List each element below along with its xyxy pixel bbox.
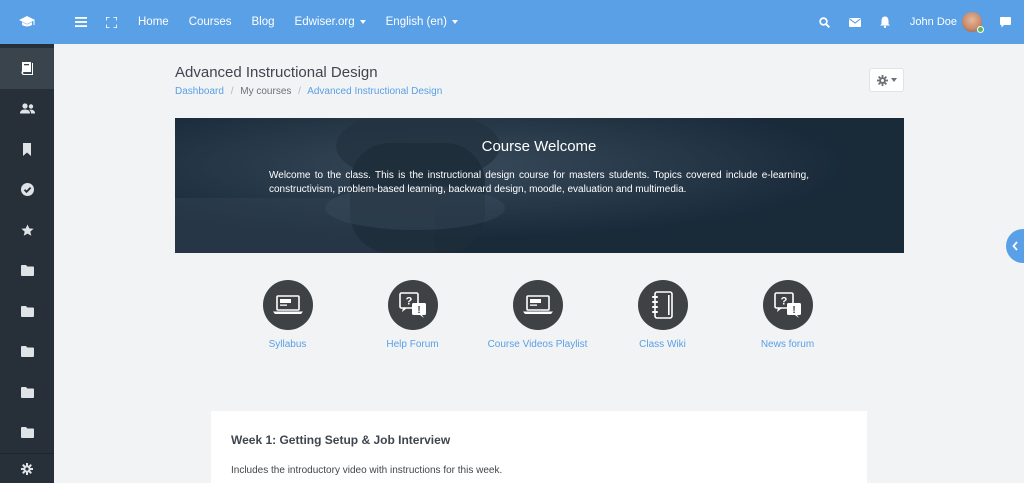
sidebar-item-folder-5[interactable]	[0, 413, 54, 454]
sidebar-item-folder-4[interactable]	[0, 372, 54, 413]
sidebar-item-course[interactable]	[0, 48, 54, 89]
activity-label: Class Wiki	[639, 339, 686, 350]
activity-help-forum[interactable]: ?! Help Forum	[350, 280, 475, 350]
page-title: Advanced Instructional Design	[175, 64, 378, 81]
activity-class-wiki[interactable]: Class Wiki	[600, 280, 725, 350]
left-sidebar	[0, 0, 54, 483]
envelope-icon	[848, 17, 861, 27]
search-icon	[819, 16, 831, 28]
sidebar-item-folder-1[interactable]	[0, 251, 54, 292]
svg-text:?: ?	[405, 296, 412, 308]
laptop-icon	[272, 295, 303, 314]
star-icon	[20, 224, 34, 236]
folder-icon	[20, 346, 34, 358]
brand-logo[interactable]	[0, 0, 54, 44]
activity-icon-circle: ?!	[387, 280, 438, 330]
hamburger-icon	[75, 17, 87, 27]
breadcrumb-separator: /	[298, 86, 301, 97]
folder-icon	[20, 265, 34, 277]
nav-home-link[interactable]: Home	[128, 0, 179, 44]
activity-course-videos[interactable]: Course Videos Playlist	[475, 280, 600, 350]
notifications-button[interactable]	[870, 0, 900, 44]
right-drawer-toggle[interactable]	[1006, 229, 1024, 263]
activity-icon-circle: ?!	[762, 280, 813, 330]
nav-courses-link[interactable]: Courses	[179, 0, 242, 44]
svg-text:!: !	[417, 305, 420, 316]
bookmark-icon	[23, 142, 31, 156]
banner-title: Course Welcome	[481, 138, 597, 155]
course-activities: Syllabus ?! Help Forum Course Videos Pla…	[225, 280, 850, 350]
sidebar-settings[interactable]	[0, 453, 54, 483]
language-dropdown[interactable]: English (en)	[376, 0, 468, 44]
breadcrumb-my-courses: My courses	[240, 86, 292, 97]
messages-button[interactable]	[840, 0, 870, 44]
avatar	[962, 12, 984, 33]
expand-icon	[105, 16, 117, 28]
page-header: Advanced Instructional Design Dashboard …	[175, 64, 904, 97]
chevron-left-icon	[1012, 241, 1018, 251]
gear-icon	[21, 462, 33, 475]
menu-toggle-button[interactable]	[66, 0, 96, 44]
svg-text:!: !	[792, 305, 795, 316]
nav-edwiser-dropdown[interactable]: Edwiser.org	[285, 0, 376, 44]
course-settings-button[interactable]	[869, 68, 904, 92]
nav-courses-label: Courses	[188, 16, 232, 28]
folder-icon	[20, 427, 34, 439]
breadcrumb-current-course[interactable]: Advanced Instructional Design	[307, 86, 442, 97]
sidebar-item-folder-3[interactable]	[0, 332, 54, 373]
banner-description: Welcome to the class. This is the instru…	[269, 170, 809, 195]
chat-icon	[999, 16, 1011, 27]
notebook-icon	[651, 291, 673, 319]
sidebar-item-participants[interactable]	[0, 89, 54, 130]
breadcrumb: Dashboard / My courses / Advanced Instru…	[175, 86, 904, 97]
nav-home-label: Home	[138, 16, 169, 28]
folder-icon	[20, 305, 34, 317]
forum-icon: ?!	[398, 292, 426, 318]
user-menu[interactable]: John Doe	[900, 12, 990, 33]
activity-label: Syllabus	[268, 339, 307, 350]
chevron-down-icon	[890, 78, 897, 82]
nav-blog-label: Blog	[251, 16, 275, 28]
top-navbar: Home Courses Blog Edwiser.org English (e…	[54, 0, 1024, 44]
activity-icon-circle	[262, 280, 313, 330]
language-label: English (en)	[385, 16, 448, 28]
book-icon	[21, 62, 33, 76]
bell-icon	[879, 16, 890, 28]
breadcrumb-separator: /	[230, 86, 234, 97]
laptop-icon	[522, 295, 553, 314]
user-name: John Doe	[909, 16, 957, 28]
forum-icon: ?!	[773, 292, 801, 318]
fullscreen-button[interactable]	[96, 0, 126, 44]
users-icon	[19, 103, 35, 114]
chevron-down-icon	[452, 20, 459, 24]
activity-label: News forum	[760, 339, 815, 350]
sidebar-item-folder-2[interactable]	[0, 291, 54, 332]
nav-edwiser-label: Edwiser.org	[294, 16, 355, 28]
online-status-dot	[977, 26, 984, 33]
sidebar-item-grades[interactable]	[0, 210, 54, 251]
activity-icon-circle	[512, 280, 563, 330]
graduation-cap-icon	[19, 16, 35, 27]
activity-label: Course Videos Playlist	[487, 339, 588, 350]
course-welcome-banner: Course Welcome Welcome to the class. Thi…	[175, 118, 904, 253]
section-title[interactable]: Week 1: Getting Setup & Job Interview	[231, 433, 847, 447]
sidebar-item-badges[interactable]	[0, 129, 54, 170]
activity-label: Help Forum	[386, 339, 439, 350]
activity-syllabus[interactable]: Syllabus	[225, 280, 350, 350]
breadcrumb-dashboard[interactable]: Dashboard	[175, 86, 224, 97]
sidebar-item-competencies[interactable]	[0, 170, 54, 211]
section-description: Includes the introductory video with ins…	[231, 465, 503, 476]
chevron-down-icon	[359, 20, 366, 24]
activity-icon-circle	[637, 280, 688, 330]
check-circle-icon	[20, 183, 34, 197]
search-button[interactable]	[810, 0, 840, 44]
nav-blog-link[interactable]: Blog	[242, 0, 285, 44]
gear-icon	[876, 74, 888, 86]
section-week-1: Week 1: Getting Setup & Job Interview In…	[211, 411, 867, 483]
chat-button[interactable]	[990, 0, 1020, 44]
activity-news-forum[interactable]: ?! News forum	[725, 280, 850, 350]
svg-text:?: ?	[780, 296, 787, 308]
folder-icon	[20, 386, 34, 398]
